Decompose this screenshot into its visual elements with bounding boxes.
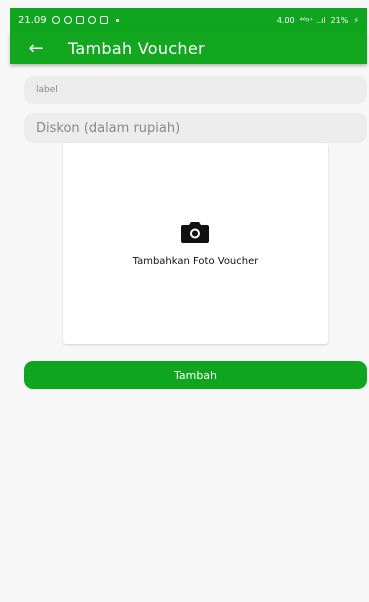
message-icon bbox=[99, 16, 108, 24]
battery-level: 21% bbox=[330, 15, 349, 25]
add-photo-card[interactable]: Tambahkan Foto Voucher bbox=[63, 143, 328, 344]
app-bar: ← Tambah Voucher bbox=[10, 32, 367, 64]
page-title: Tambah Voucher bbox=[68, 38, 205, 58]
label-input[interactable] bbox=[24, 76, 367, 104]
signal-indicator: ⁴⁶ᵍ⁺ ..ıl bbox=[299, 15, 326, 25]
network-speed: 4.00 bbox=[276, 15, 295, 25]
discount-input[interactable] bbox=[24, 113, 367, 143]
camera-icon bbox=[181, 222, 209, 243]
status-right: 4.00 ⁴⁶ᵍ⁺ ..ıl 21% ⚡ bbox=[277, 16, 359, 25]
notification-icons bbox=[51, 16, 119, 24]
whatsapp-icon bbox=[51, 16, 60, 24]
status-time: 21.09 bbox=[18, 14, 47, 26]
more-notifications-icon bbox=[115, 18, 119, 22]
gallery-icon bbox=[75, 16, 84, 24]
tiktok-icon bbox=[87, 16, 96, 24]
add-voucher-button[interactable]: Tambah bbox=[24, 361, 367, 389]
chat-icon bbox=[63, 16, 72, 24]
status-left: 21.09 bbox=[18, 15, 119, 26]
charging-icon: ⚡ bbox=[353, 15, 359, 25]
back-button[interactable]: ← bbox=[22, 34, 50, 62]
arrow-left-icon: ← bbox=[28, 37, 44, 59]
add-photo-label: Tambahkan Foto Voucher bbox=[132, 256, 259, 267]
status-bar: 21.09 4.00 ⁴⁶ᵍ⁺ ..ıl 21% ⚡ bbox=[10, 8, 367, 32]
